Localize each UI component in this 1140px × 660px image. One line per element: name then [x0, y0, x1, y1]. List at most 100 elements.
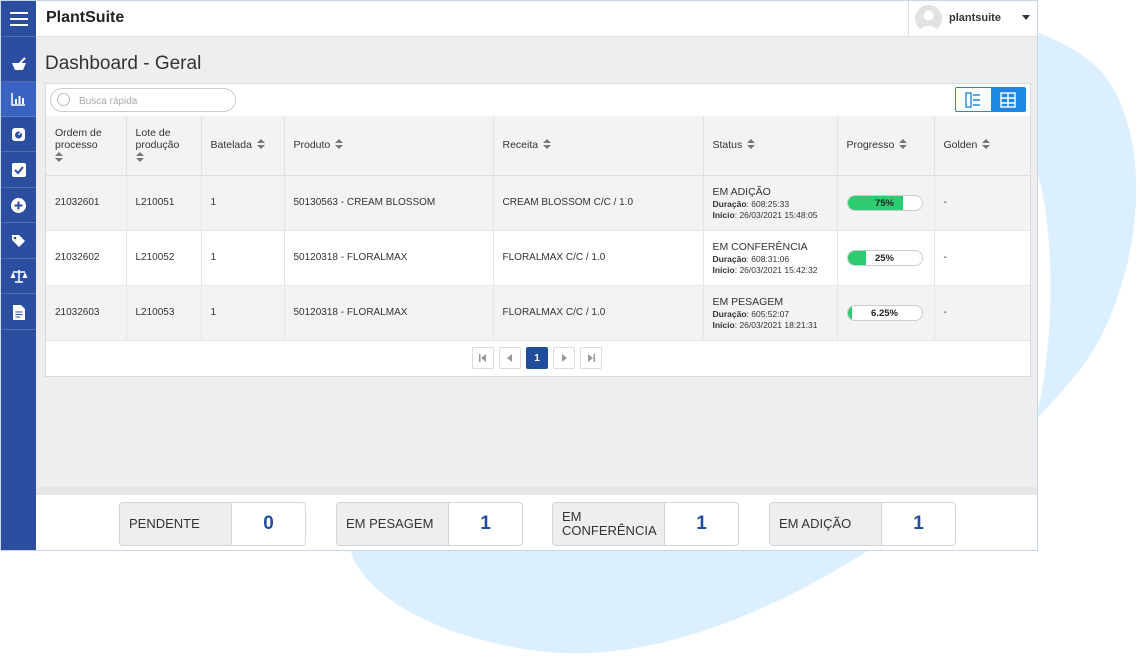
page-button-current[interactable]: 1 — [526, 347, 548, 369]
summary-card-em-conferencia[interactable]: EM CONFERÊNCIA 1 — [552, 502, 739, 546]
cell-status: EM ADIÇÃO Duração: 608:25:33 Início: 26/… — [703, 175, 838, 231]
sort-icon — [982, 139, 991, 151]
app-window: PlantSuite plantsuite Dashboard - Geral — [0, 0, 1038, 551]
status-start: 26/03/2021 18:21:31 — [739, 319, 818, 330]
avatar — [915, 5, 942, 32]
status-duration: 605:52:07 — [751, 308, 790, 319]
summary-count: 0 — [263, 513, 274, 534]
summary-card-em-pesagem[interactable]: EM PESAGEM 1 — [336, 502, 523, 546]
summary-card-em-adicao[interactable]: EM ADIÇÃO 1 — [769, 502, 956, 546]
cell-golden: - — [934, 175, 1030, 231]
summary-label: EM ADIÇÃO — [770, 503, 882, 545]
next-page-button[interactable] — [553, 347, 575, 369]
search-box — [50, 88, 236, 112]
search-input[interactable] — [77, 92, 231, 110]
summary-count: 1 — [696, 513, 707, 534]
column-header-ordem[interactable]: Ordem de processo — [46, 116, 127, 176]
sidebar — [1, 1, 36, 550]
sort-icon — [543, 139, 552, 151]
sort-icon — [335, 139, 344, 151]
summary-label: EM PESAGEM — [337, 503, 449, 545]
page-title: Dashboard - Geral — [45, 53, 202, 74]
list-view-icon — [965, 91, 981, 108]
column-header-receita[interactable]: Receita — [493, 116, 704, 176]
cell-produto: 50120318 - FLORALMAX — [284, 230, 494, 286]
progress-bar: 25% — [846, 249, 923, 266]
user-silhouette-icon — [919, 10, 938, 32]
cell-progresso: 25% — [837, 230, 935, 286]
status-text: EM CONFERÊNCIA — [712, 240, 808, 253]
chevron-right-icon — [562, 354, 567, 362]
cell-status: EM PESAGEM Duração: 605:52:07 Início: 26… — [703, 285, 838, 341]
progress-bar: 6.25% — [846, 304, 923, 321]
cell-golden: - — [934, 230, 1030, 286]
sort-icon — [899, 139, 908, 151]
pagination: 1 — [472, 347, 602, 369]
cell-ordem: 21032601 — [46, 175, 127, 231]
tag-icon — [12, 234, 25, 247]
cell-receita: FLORALMAX C/C / 1.0 — [493, 230, 704, 286]
table-row[interactable]: 21032602 L210052 1 50120318 - FLORALMAX … — [46, 230, 1030, 286]
hamburger-icon — [9, 11, 28, 26]
cell-status: EM CONFERÊNCIA Duração: 608:31:06 Início… — [703, 230, 838, 286]
summary-label: EM CONFERÊNCIA — [553, 503, 665, 545]
cell-produto: 50120318 - FLORALMAX — [284, 285, 494, 341]
summary-label: PENDENTE — [120, 503, 232, 545]
cell-produto: 50130563 - CREAM BLOSSOM — [284, 175, 494, 231]
sidebar-item-balance[interactable] — [1, 259, 36, 294]
column-header-batelada[interactable]: Batelada — [201, 116, 285, 176]
menu-button[interactable] — [1, 1, 36, 37]
status-start: 26/03/2021 15:42:32 — [739, 264, 818, 275]
grid-view-button[interactable] — [990, 88, 1025, 111]
status-start: 26/03/2021 15:48:05 — [739, 209, 818, 220]
cell-golden: - — [934, 285, 1030, 341]
top-bar: PlantSuite plantsuite — [36, 1, 1037, 37]
user-menu[interactable]: plantsuite — [908, 1, 1037, 36]
cell-progresso: 6.25% — [837, 285, 935, 341]
document-icon — [12, 304, 25, 320]
cell-batelada: 1 — [201, 285, 285, 341]
progress-label: 6.25% — [871, 307, 898, 319]
process-table: Ordem de processo Lote de produção Batelad… — [46, 116, 1030, 341]
table-row[interactable]: 21032603 L210053 1 50120318 - FLORALMAX … — [46, 285, 1030, 341]
checkbox-icon — [11, 163, 26, 177]
first-page-icon — [479, 354, 486, 362]
cell-lote: L210053 — [126, 285, 202, 341]
summary-count: 1 — [913, 513, 924, 534]
progress-label: 75% — [874, 197, 894, 209]
sidebar-item-checklist[interactable] — [1, 153, 36, 188]
balance-scale-icon — [10, 269, 27, 283]
cell-lote: L210051 — [126, 175, 202, 231]
mortar-icon — [11, 57, 26, 70]
status-duration: 608:25:33 — [751, 198, 790, 209]
first-page-button[interactable] — [472, 347, 494, 369]
summary-card-pendente[interactable]: PENDENTE 0 — [119, 502, 306, 546]
column-header-lote[interactable]: Lote de produção — [126, 116, 202, 176]
sidebar-item-mixing[interactable] — [1, 47, 36, 82]
status-summary-bar: PENDENTE 0 EM PESAGEM 1 EM CONFERÊNCIA 1… — [36, 487, 1037, 550]
grid-view-icon — [1000, 91, 1016, 108]
cell-batelada: 1 — [201, 175, 285, 231]
prev-page-button[interactable] — [499, 347, 521, 369]
sort-icon — [256, 139, 265, 151]
cell-ordem: 21032603 — [46, 285, 127, 341]
column-header-progresso[interactable]: Progresso — [837, 116, 935, 176]
sidebar-item-dashboard[interactable] — [1, 82, 36, 117]
summary-count: 1 — [480, 513, 491, 534]
list-view-button[interactable] — [956, 88, 991, 111]
column-header-status[interactable]: Status — [703, 116, 838, 176]
status-text: EM PESAGEM — [712, 295, 784, 308]
sidebar-item-add[interactable] — [1, 188, 36, 223]
column-header-golden[interactable]: Golden — [934, 116, 1030, 176]
sidebar-item-reports[interactable] — [1, 295, 36, 330]
sidebar-item-tags[interactable] — [1, 224, 36, 259]
sort-icon — [55, 151, 63, 164]
last-page-button[interactable] — [580, 347, 602, 369]
cell-ordem: 21032602 — [46, 230, 127, 286]
table-row[interactable]: 21032601 L210051 1 50130563 - CREAM BLOS… — [46, 175, 1030, 231]
process-table-panel: Ordem deprocesso Lote deprodução Batelad… — [45, 83, 1031, 377]
username: plantsuite — [949, 12, 1001, 24]
bar-chart-icon — [11, 93, 25, 106]
column-header-produto[interactable]: Produto — [284, 116, 494, 176]
sidebar-item-scale[interactable] — [1, 117, 36, 152]
